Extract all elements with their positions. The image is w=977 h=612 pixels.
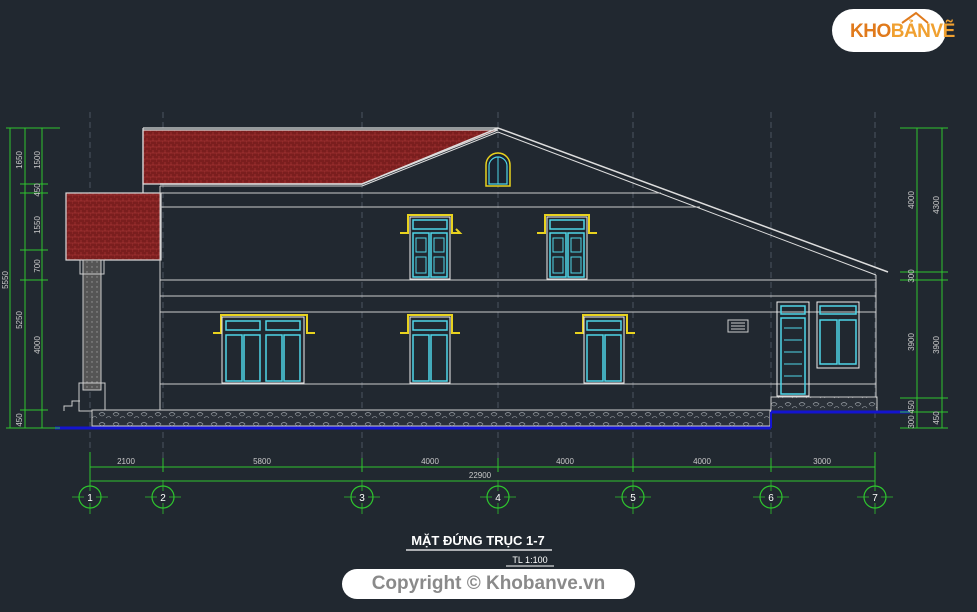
dim-text: 450: [932, 411, 941, 425]
axis-label: 1: [87, 493, 93, 504]
dim-text: 450: [907, 400, 916, 414]
annex-door: [776, 301, 810, 397]
gable-vent: [485, 152, 511, 187]
dim-text: 450: [33, 183, 42, 197]
window-lower-double: [213, 314, 315, 384]
dim-text: 5250: [15, 311, 24, 329]
dim-text: 5550: [1, 271, 10, 289]
window-lower-right: [575, 314, 635, 384]
left-dimension-lines: [6, 127, 60, 429]
dim-text: 3000: [813, 457, 831, 466]
dim-text: 4000: [693, 457, 711, 466]
dim-text: 3900: [907, 333, 916, 351]
axis-label: 3: [359, 493, 365, 504]
bottom-dimension-lines: [89, 452, 876, 486]
axis-label: 4: [495, 493, 501, 504]
cad-canvas: 2100 5800 4000 4000 4000 3000 22900 5550…: [0, 0, 977, 607]
stone-plinth: [91, 409, 771, 427]
upper-roof: [142, 129, 499, 185]
dim-text: 700: [33, 259, 42, 273]
axis-label: 2: [160, 493, 166, 504]
porch-column: [82, 259, 102, 391]
logo-text: KHOBẢNVẼ: [850, 21, 955, 43]
total-dim-text: 22900: [469, 471, 492, 480]
dim-text: 4000: [33, 336, 42, 354]
brand-logo[interactable]: KHOBẢNVẼ: [832, 9, 955, 52]
copyright-banner: Copyright © Khobanve.vn: [342, 569, 635, 599]
drawing-scale: TL 1:100: [512, 555, 547, 565]
dim-text: 4000: [421, 457, 439, 466]
logo-text-part: BẢNVẼ: [890, 21, 956, 42]
elevation-drawing: 2100 5800 4000 4000 4000 3000 22900 5550…: [1, 112, 948, 567]
dim-text: 1550: [33, 216, 42, 234]
dim-text: 300: [907, 269, 916, 283]
logo-text-part: KHO: [850, 21, 891, 42]
dim-text: 1500: [33, 151, 42, 169]
dim-text: 4300: [932, 196, 941, 214]
window-lower-mid: [400, 314, 460, 384]
window-upper-right: [537, 214, 597, 280]
axis-label: 5: [630, 493, 636, 504]
dim-text: 3900: [932, 336, 941, 354]
dim-text: 5800: [253, 457, 271, 466]
porch-roof: [65, 192, 162, 261]
dim-text: 2100: [117, 457, 135, 466]
dim-text: 1650: [15, 151, 24, 169]
window-upper-left: [400, 214, 463, 280]
dim-text: 4000: [907, 191, 916, 209]
dim-text: 300: [907, 415, 916, 429]
dim-text: 4000: [556, 457, 574, 466]
axis-label: 6: [768, 493, 774, 504]
drawing-title: MẶT ĐỨNG TRỤC 1-7: [411, 533, 545, 548]
dim-text: 450: [15, 413, 24, 427]
axis-label: 7: [872, 493, 878, 504]
